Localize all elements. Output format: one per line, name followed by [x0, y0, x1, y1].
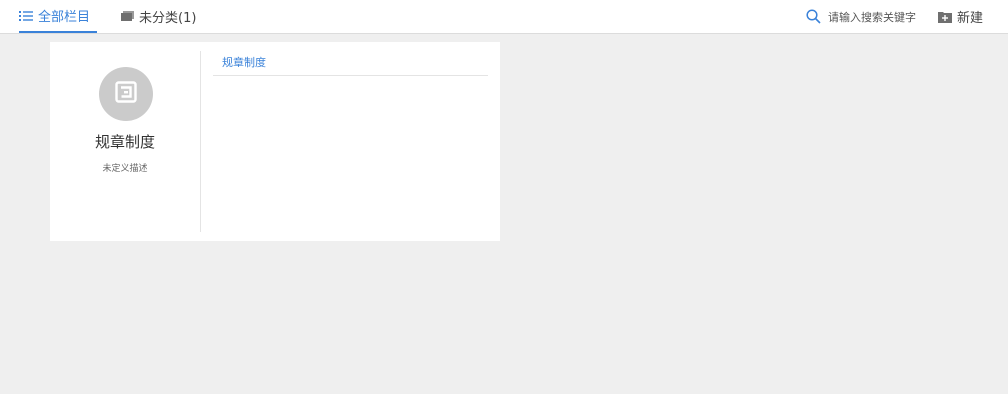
category-card: 规章制度 未定义描述 规章制度 — [50, 42, 500, 241]
category-avatar — [99, 67, 153, 121]
search-input[interactable]: 请输入搜索关键字 — [806, 0, 916, 33]
new-button[interactable]: 新建 — [938, 0, 983, 33]
subcategory-list: 规章制度 — [213, 50, 488, 76]
list-icon — [19, 10, 33, 22]
category-summary[interactable]: 规章制度 未定义描述 — [50, 42, 200, 241]
tab-uncategorized[interactable]: 未分类(1) — [121, 0, 196, 33]
search-icon — [806, 9, 821, 24]
card-divider — [200, 51, 201, 232]
tab-all-columns-label: 全部栏目 — [38, 10, 91, 25]
tab-all-columns[interactable]: 全部栏目 — [19, 0, 97, 33]
add-folder-icon — [938, 11, 952, 23]
tab-uncategorized-label: 未分类(1) — [139, 11, 197, 26]
category-icon — [115, 81, 137, 107]
category-title: 规章制度 — [94, 133, 155, 151]
new-button-label: 新建 — [957, 11, 984, 26]
category-description: 未定义描述 — [102, 164, 148, 174]
top-toolbar: 全部栏目 未分类(1) 请输入搜索关键字 新建 — [0, 0, 1008, 34]
folder-icon — [121, 11, 134, 22]
subcategory-link[interactable]: 规章制度 — [213, 50, 488, 76]
search-placeholder: 请输入搜索关键字 — [828, 10, 916, 24]
